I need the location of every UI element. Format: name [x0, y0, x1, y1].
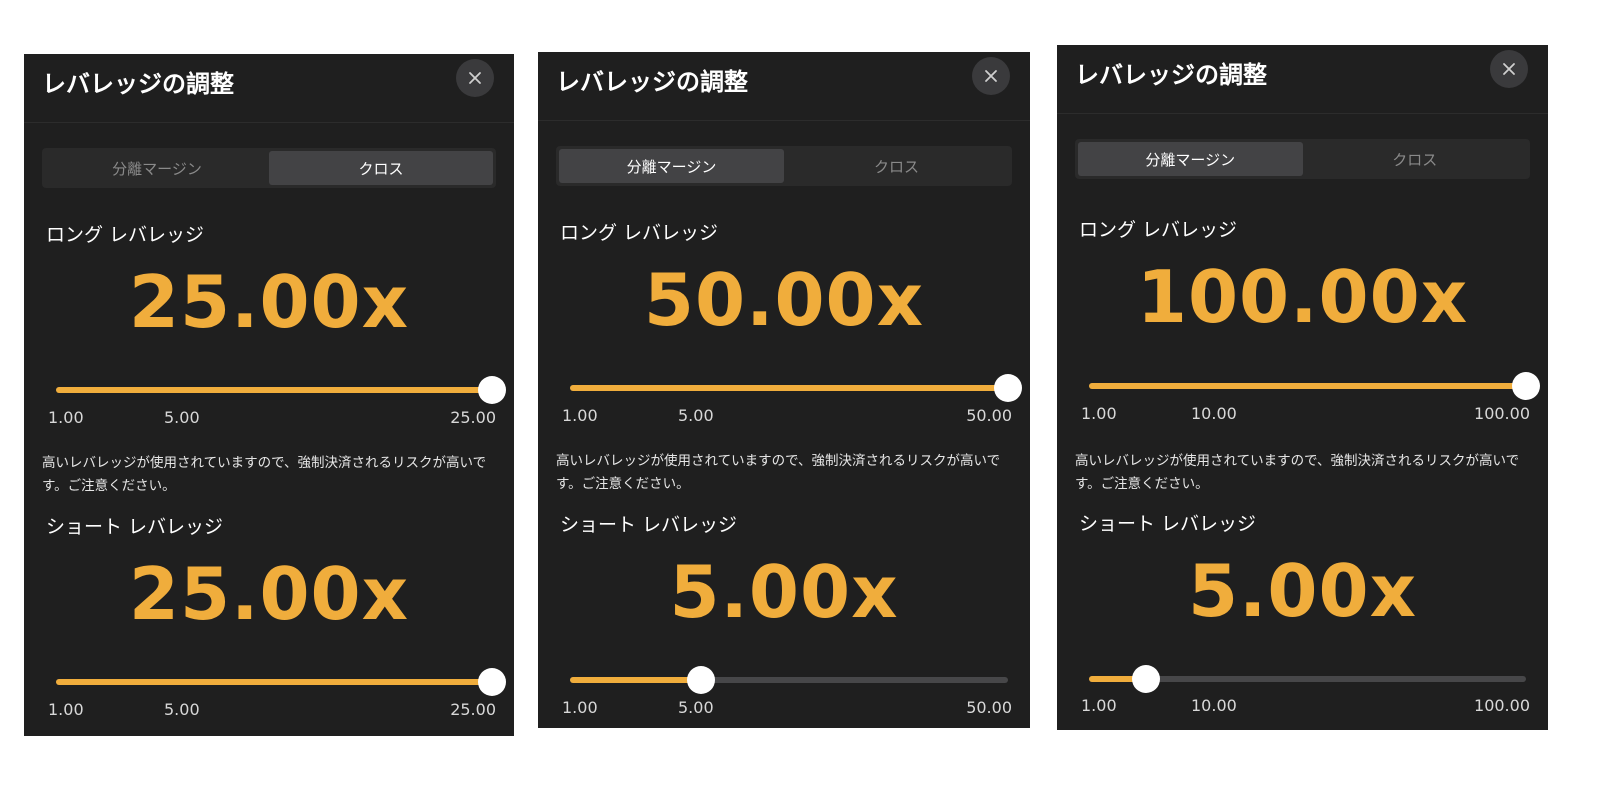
panel-title: レバレッジの調整: [42, 70, 234, 98]
short-leverage-value: 5.00x: [669, 550, 899, 634]
short-leverage-label: ショート レバレッジ: [1079, 513, 1257, 535]
tick-mid: 5.00: [678, 406, 714, 425]
tick-min: 1.00: [1081, 696, 1117, 715]
long-leverage-value: 100.00x: [1136, 255, 1469, 339]
risk-warning: 高いレバレッジが使用されていますので、強制決済されるリスクが高いです。ご注意くだ…: [1075, 453, 1520, 492]
slider-fill: [570, 385, 1008, 391]
short-leverage-value: 5.00x: [1187, 549, 1418, 633]
panel-header: レバレッジの調整: [1057, 45, 1548, 114]
slider-thumb[interactable]: [478, 668, 506, 696]
leverage-panel: レバレッジの調整 分離マージン クロス ロング レバレッジ 50.00x 1.0…: [538, 52, 1030, 728]
long-leverage-value: 50.00x: [643, 258, 925, 342]
tick-mid: 10.00: [1191, 696, 1237, 715]
slider-thumb[interactable]: [1131, 665, 1160, 693]
short-slider-ticks: 1.00 10.00 100.00: [1081, 696, 1530, 718]
leverage-panel: レバレッジの調整 分離マージン クロス ロング レバレッジ 25.00x 1.0…: [24, 54, 514, 736]
tick-max: 100.00: [1474, 404, 1530, 423]
tick-mid: 5.00: [164, 408, 200, 427]
close-button[interactable]: [1490, 50, 1528, 88]
long-slider-ticks: 1.00 10.00 100.00: [1081, 404, 1530, 426]
tab-cross[interactable]: クロス: [1303, 142, 1528, 176]
slider-fill: [56, 679, 492, 685]
risk-warning: 高いレバレッジが使用されていますので、強制決済されるリスクが高いです。ご注意くだ…: [556, 453, 1001, 492]
slider-thumb[interactable]: [994, 374, 1022, 402]
tab-isolated-margin[interactable]: 分離マージン: [45, 151, 269, 185]
long-leverage-label: ロング レバレッジ: [560, 222, 719, 244]
tick-mid: 10.00: [1191, 404, 1237, 423]
panel-title: レバレッジの調整: [556, 68, 748, 96]
close-icon: [1503, 63, 1515, 75]
long-leverage-slider[interactable]: [570, 373, 1022, 403]
close-icon: [985, 70, 997, 82]
tick-max: 100.00: [1474, 696, 1530, 715]
tab-isolated-margin[interactable]: 分離マージン: [1078, 142, 1303, 176]
long-leverage-label: ロング レバレッジ: [1079, 219, 1238, 241]
slider-thumb[interactable]: [478, 376, 506, 404]
close-button[interactable]: [456, 59, 494, 97]
close-button[interactable]: [972, 57, 1010, 95]
slider-fill: [56, 387, 492, 393]
margin-mode-tabs: 分離マージン クロス: [1075, 139, 1530, 179]
close-icon: [469, 72, 481, 84]
tab-cross[interactable]: クロス: [269, 151, 493, 185]
long-leverage-slider[interactable]: [1089, 371, 1540, 401]
tick-max: 50.00: [966, 698, 1012, 717]
short-leverage-slider[interactable]: [1089, 664, 1526, 694]
leverage-panel: レバレッジの調整 分離マージン クロス ロング レバレッジ 100.00x 1.…: [1057, 45, 1548, 730]
tick-min: 1.00: [562, 698, 598, 717]
tick-min: 1.00: [48, 408, 84, 427]
short-slider-ticks: 1.00 5.00 25.00: [48, 700, 496, 722]
short-leverage-slider[interactable]: [56, 667, 506, 697]
short-leverage-value: 25.00x: [128, 552, 410, 636]
margin-mode-tabs: 分離マージン クロス: [556, 146, 1012, 186]
long-leverage-slider[interactable]: [56, 375, 506, 405]
slider-thumb[interactable]: [687, 666, 716, 694]
long-leverage-value: 25.00x: [128, 260, 410, 344]
short-leverage-label: ショート レバレッジ: [560, 514, 738, 536]
risk-warning: 高いレバレッジが使用されていますので、強制決済されるリスクが高いです。ご注意くだ…: [42, 455, 487, 494]
slider-fill: [570, 677, 702, 683]
margin-mode-tabs: 分離マージン クロス: [42, 148, 496, 188]
slider-fill: [1089, 383, 1526, 389]
tab-cross[interactable]: クロス: [784, 149, 1009, 183]
tab-isolated-margin[interactable]: 分離マージン: [559, 149, 784, 183]
tick-mid: 5.00: [678, 698, 714, 717]
tick-max: 25.00: [450, 408, 496, 427]
panel-header: レバレッジの調整: [24, 54, 514, 123]
tick-min: 1.00: [48, 700, 84, 719]
tick-max: 25.00: [450, 700, 496, 719]
long-slider-ticks: 1.00 5.00 25.00: [48, 408, 496, 430]
slider-thumb[interactable]: [1512, 372, 1540, 400]
long-leverage-label: ロング レバレッジ: [46, 224, 205, 246]
short-leverage-slider[interactable]: [570, 665, 1008, 695]
tick-mid: 5.00: [164, 700, 200, 719]
tick-min: 1.00: [562, 406, 598, 425]
tick-max: 50.00: [966, 406, 1012, 425]
long-slider-ticks: 1.00 5.00 50.00: [562, 406, 1012, 428]
panel-header: レバレッジの調整: [538, 52, 1030, 121]
short-slider-ticks: 1.00 5.00 50.00: [562, 698, 1012, 720]
tick-min: 1.00: [1081, 404, 1117, 423]
short-leverage-label: ショート レバレッジ: [46, 516, 224, 538]
panel-title: レバレッジの調整: [1075, 61, 1267, 89]
